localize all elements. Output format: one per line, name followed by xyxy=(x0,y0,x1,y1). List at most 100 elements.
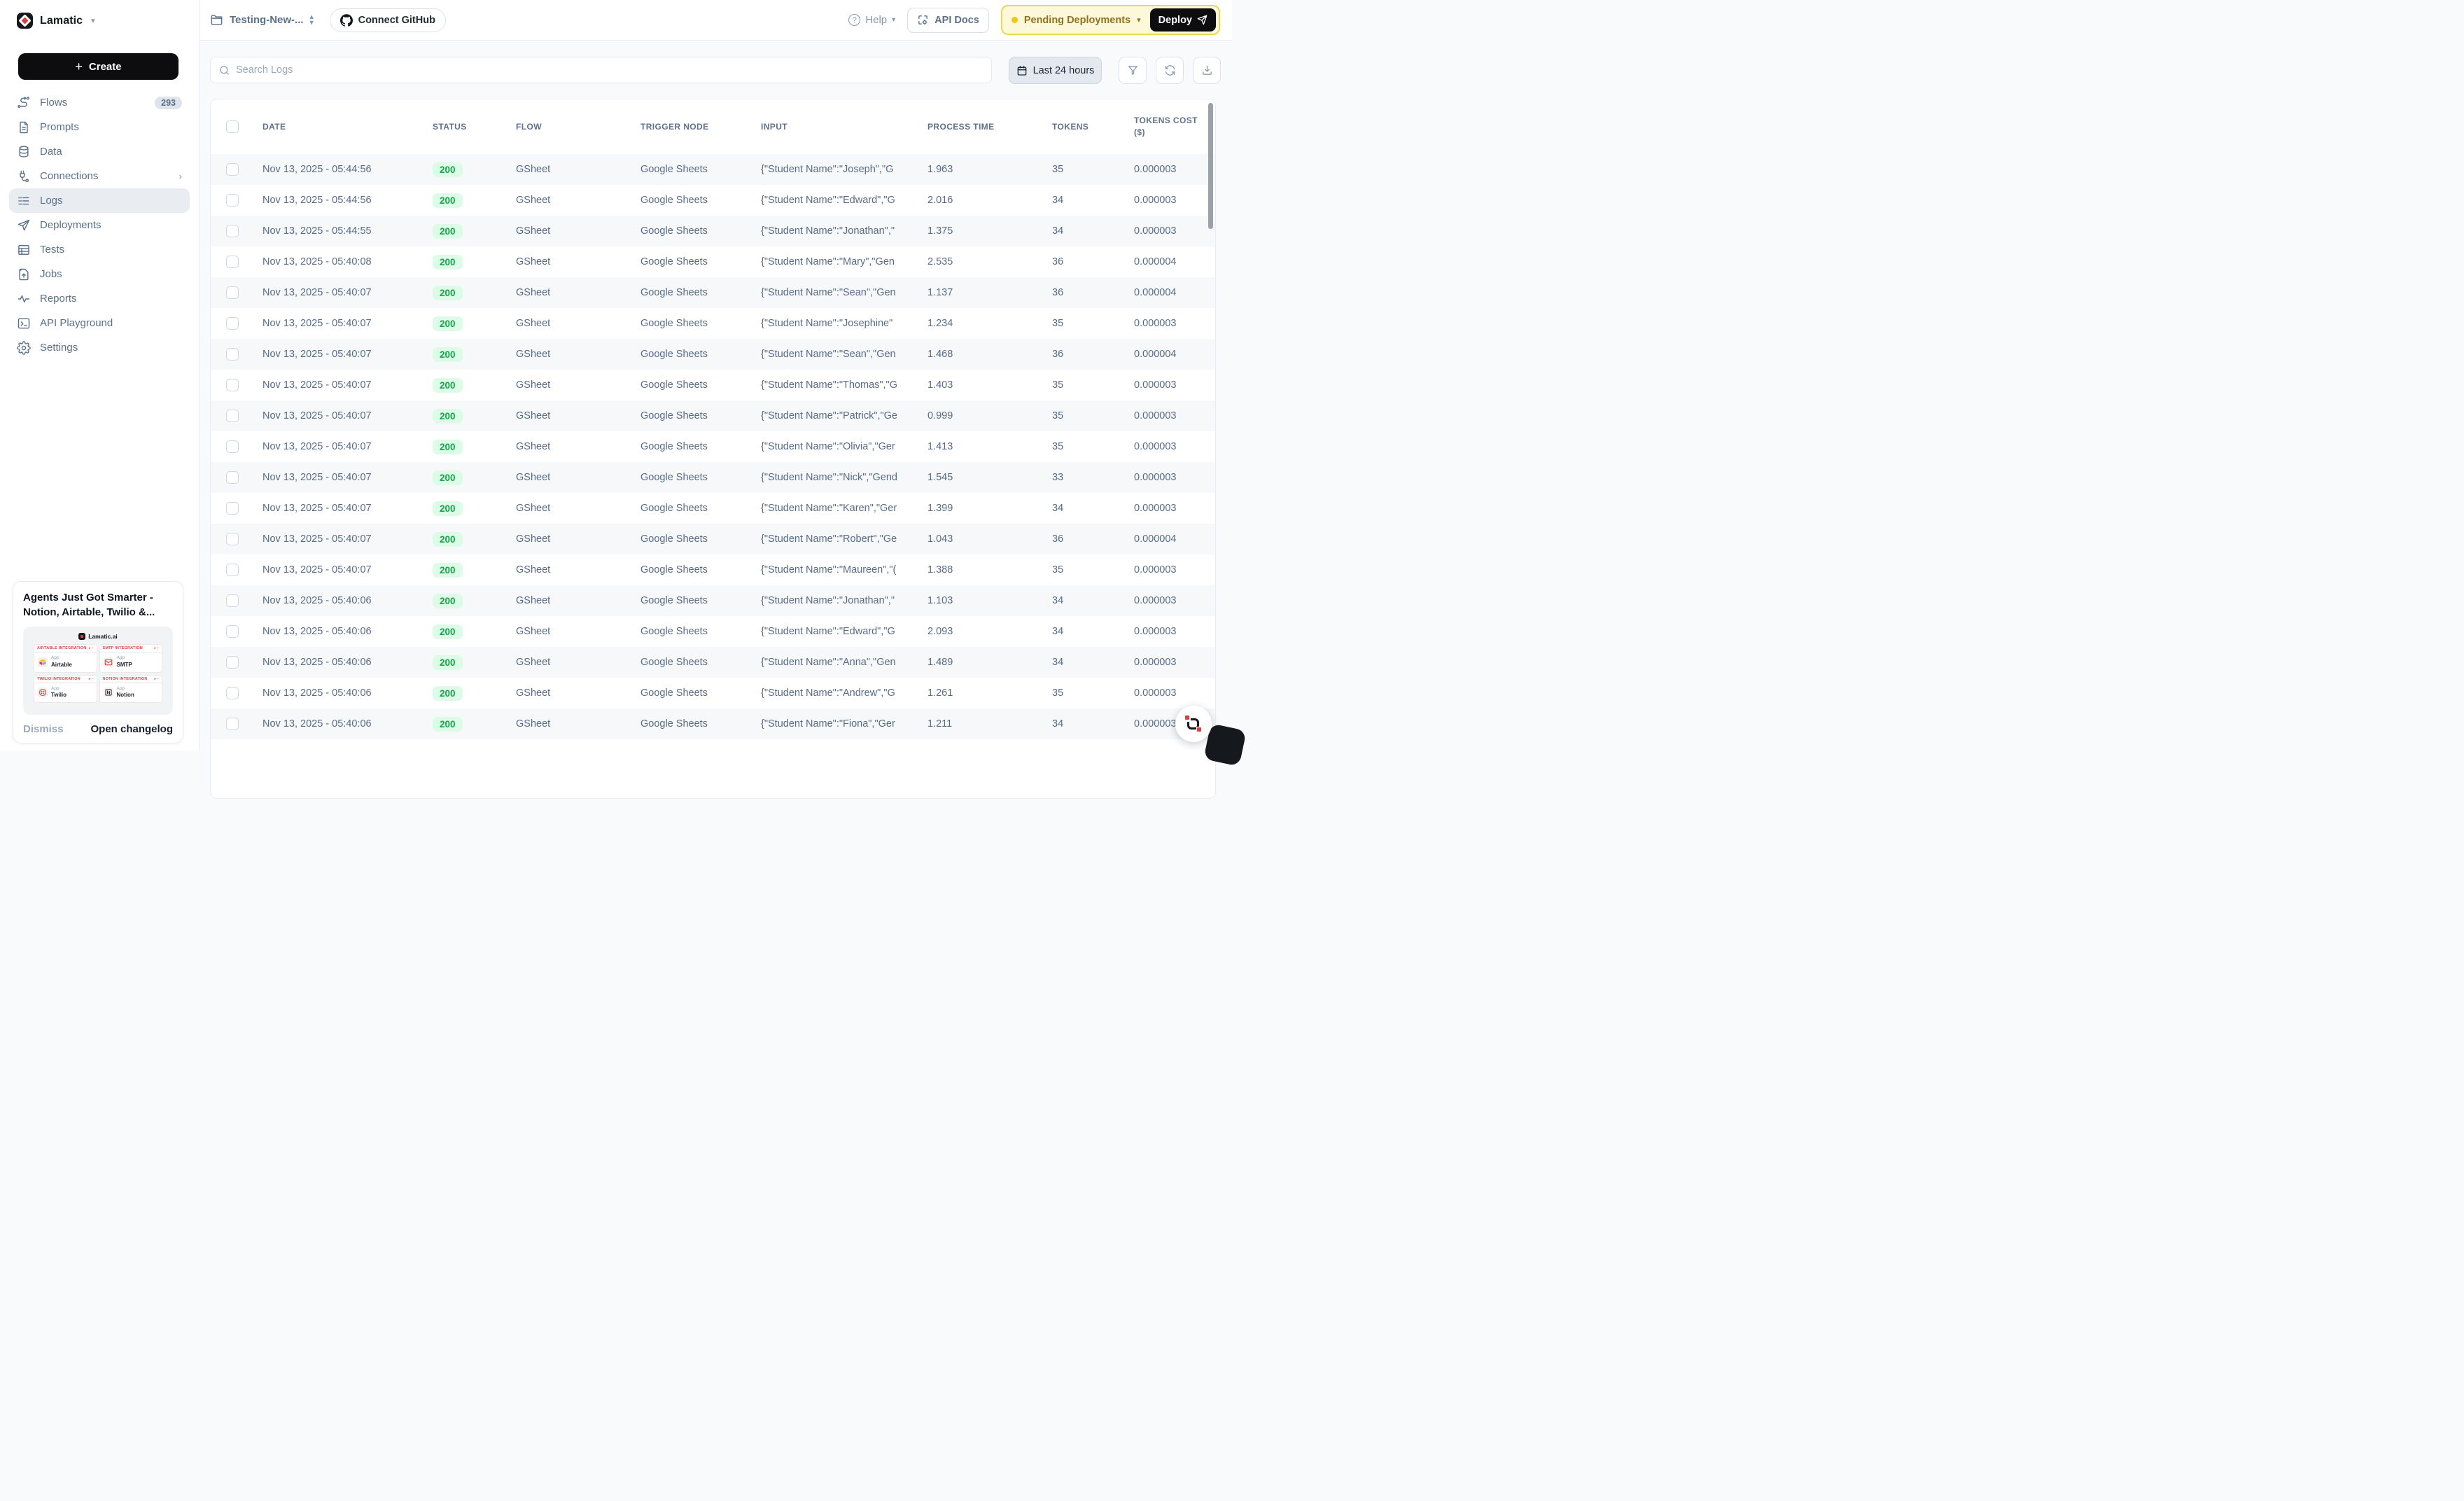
log-row[interactable]: Nov 13, 2025 - 05:40:06200GSheetGoogle S… xyxy=(211,647,1215,678)
log-row[interactable]: Nov 13, 2025 - 05:40:06200GSheetGoogle S… xyxy=(211,616,1215,647)
log-row[interactable]: Nov 13, 2025 - 05:40:07200GSheetGoogle S… xyxy=(211,339,1215,370)
plus-icon: + xyxy=(75,60,83,73)
sidebar-item-flows[interactable]: Flows293 xyxy=(9,90,190,115)
log-row[interactable]: Nov 13, 2025 - 05:40:07200GSheetGoogle S… xyxy=(211,554,1215,585)
column-header-date[interactable]: DATE xyxy=(262,122,433,132)
log-trigger-node: Google Sheets xyxy=(640,349,761,360)
log-tokens: 35 xyxy=(1052,441,1134,452)
date-range-button[interactable]: Last 24 hours xyxy=(1009,57,1102,84)
column-header-input[interactable]: INPUT xyxy=(761,122,927,132)
log-row[interactable]: Nov 13, 2025 - 05:40:08200GSheetGoogle S… xyxy=(211,246,1215,277)
sidebar-item-settings[interactable]: Settings xyxy=(9,335,190,360)
log-trigger-node: Google Sheets xyxy=(640,595,761,606)
dismiss-button[interactable]: Dismiss xyxy=(23,723,64,735)
api-docs-label: API Docs xyxy=(934,15,979,26)
log-row[interactable]: Nov 13, 2025 - 05:40:07200GSheetGoogle S… xyxy=(211,370,1215,400)
row-checkbox[interactable] xyxy=(226,286,239,299)
row-checkbox[interactable] xyxy=(226,471,239,484)
log-tokens-cost: 0.000004 xyxy=(1134,287,1215,298)
row-checkbox[interactable] xyxy=(226,194,239,207)
sidebar-item-data[interactable]: Data xyxy=(9,139,190,164)
row-checkbox[interactable] xyxy=(226,502,239,515)
log-tokens-cost: 0.000003 xyxy=(1134,503,1215,514)
sidebar-item-connections[interactable]: Connections› xyxy=(9,164,190,188)
download-button[interactable] xyxy=(1193,57,1221,84)
log-row[interactable]: Nov 13, 2025 - 05:44:56200GSheetGoogle S… xyxy=(211,185,1215,216)
log-tokens: 35 xyxy=(1052,318,1134,329)
create-button[interactable]: + Create xyxy=(18,53,178,80)
log-date: Nov 13, 2025 - 05:44:55 xyxy=(262,225,433,237)
log-row[interactable]: Nov 13, 2025 - 05:40:07200GSheetGoogle S… xyxy=(211,524,1215,554)
row-checkbox[interactable] xyxy=(226,533,239,545)
status-badge: 200 xyxy=(433,686,463,701)
row-checkbox[interactable] xyxy=(226,163,239,176)
connect-github-button[interactable]: Connect GitHub xyxy=(330,8,446,32)
open-changelog-button[interactable]: Open changelog xyxy=(90,723,173,735)
sidebar-item-api-playground[interactable]: API Playground xyxy=(9,311,190,335)
log-tokens-cost: 0.000004 xyxy=(1134,533,1215,545)
log-row[interactable]: Nov 13, 2025 - 05:40:07200GSheetGoogle S… xyxy=(211,277,1215,308)
project-selector[interactable]: Testing-New-... ▴▾ xyxy=(210,13,314,27)
log-row[interactable]: Nov 13, 2025 - 05:40:07200GSheetGoogle S… xyxy=(211,493,1215,524)
chevron-down-icon[interactable]: ▾ xyxy=(1137,15,1141,25)
column-header-tokens[interactable]: TOKENS xyxy=(1052,122,1134,132)
row-checkbox[interactable] xyxy=(226,564,239,576)
column-header-tokens-cost[interactable]: TOKENS COST ($) xyxy=(1134,115,1198,139)
row-checkbox[interactable] xyxy=(226,440,239,453)
column-header-flow[interactable]: FLOW xyxy=(516,122,640,132)
row-checkbox[interactable] xyxy=(226,317,239,330)
search-input[interactable] xyxy=(236,64,983,76)
log-row[interactable]: Nov 13, 2025 - 05:40:06200GSheetGoogle S… xyxy=(211,678,1215,708)
pending-deployments-label[interactable]: Pending Deployments xyxy=(1024,15,1130,26)
brand[interactable]: Lamatic ▾ xyxy=(0,0,199,29)
row-checkbox[interactable] xyxy=(226,225,239,237)
column-header-status[interactable]: STATUS xyxy=(433,122,516,132)
column-header-process-time[interactable]: PROCESS TIME xyxy=(927,122,1052,132)
log-flow: GSheet xyxy=(516,256,640,267)
sidebar-item-deployments[interactable]: Deployments xyxy=(9,213,190,237)
integration-card-smtp: SMTP INTEGRATION▸ –AppSMTP xyxy=(100,645,162,671)
deploy-button[interactable]: Deploy xyxy=(1150,8,1216,32)
sidebar-item-logs[interactable]: Logs xyxy=(9,188,190,213)
row-checkbox[interactable] xyxy=(226,656,239,669)
log-flow: GSheet xyxy=(516,503,640,514)
row-checkbox[interactable] xyxy=(226,256,239,268)
row-checkbox[interactable] xyxy=(226,410,239,422)
log-row[interactable]: Nov 13, 2025 - 05:40:07200GSheetGoogle S… xyxy=(211,462,1215,493)
row-checkbox[interactable] xyxy=(226,594,239,607)
column-header-trigger-node[interactable]: TRIGGER NODE xyxy=(640,122,761,132)
row-checkbox[interactable] xyxy=(226,718,239,730)
log-flow: GSheet xyxy=(516,349,640,360)
log-row[interactable]: Nov 13, 2025 - 05:40:06200GSheetGoogle S… xyxy=(211,708,1215,739)
log-row[interactable]: Nov 13, 2025 - 05:40:06200GSheetGoogle S… xyxy=(211,585,1215,616)
lamatic-logo-icon xyxy=(17,13,33,29)
log-row[interactable]: Nov 13, 2025 - 05:40:07200GSheetGoogle S… xyxy=(211,431,1215,462)
log-date: Nov 13, 2025 - 05:40:06 xyxy=(262,657,433,668)
log-tokens-cost: 0.000003 xyxy=(1134,657,1215,668)
status-badge: 200 xyxy=(433,409,463,424)
log-row[interactable]: Nov 13, 2025 - 05:44:55200GSheetGoogle S… xyxy=(211,216,1215,246)
log-row[interactable]: Nov 13, 2025 - 05:40:07200GSheetGoogle S… xyxy=(211,308,1215,339)
filter-button[interactable] xyxy=(1119,57,1147,84)
chat-widget-button[interactable] xyxy=(1175,706,1212,742)
help-menu[interactable]: ? Help ▾ xyxy=(848,14,895,26)
row-checkbox[interactable] xyxy=(226,625,239,638)
pending-dot-icon xyxy=(1011,17,1018,23)
row-checkbox[interactable] xyxy=(226,379,239,391)
date-range-label: Last 24 hours xyxy=(1033,65,1095,76)
sidebar-item-jobs[interactable]: Jobs xyxy=(9,262,190,286)
refresh-button[interactable] xyxy=(1156,57,1184,84)
log-row[interactable]: Nov 13, 2025 - 05:44:56200GSheetGoogle S… xyxy=(211,154,1215,185)
log-trigger-node: Google Sheets xyxy=(640,164,761,175)
select-all-checkbox[interactable] xyxy=(226,120,239,133)
api-docs-button[interactable]: API Docs xyxy=(907,8,989,33)
log-tokens: 34 xyxy=(1052,718,1134,729)
sidebar-item-reports[interactable]: Reports xyxy=(9,286,190,311)
log-tokens-cost: 0.000003 xyxy=(1134,441,1215,452)
row-checkbox[interactable] xyxy=(226,348,239,361)
sidebar-item-tests[interactable]: Tests xyxy=(9,237,190,262)
sidebar-item-prompts[interactable]: Prompts xyxy=(9,115,190,139)
row-checkbox[interactable] xyxy=(226,687,239,699)
log-row[interactable]: Nov 13, 2025 - 05:40:07200GSheetGoogle S… xyxy=(211,400,1215,431)
table-scrollbar[interactable] xyxy=(1208,103,1213,229)
